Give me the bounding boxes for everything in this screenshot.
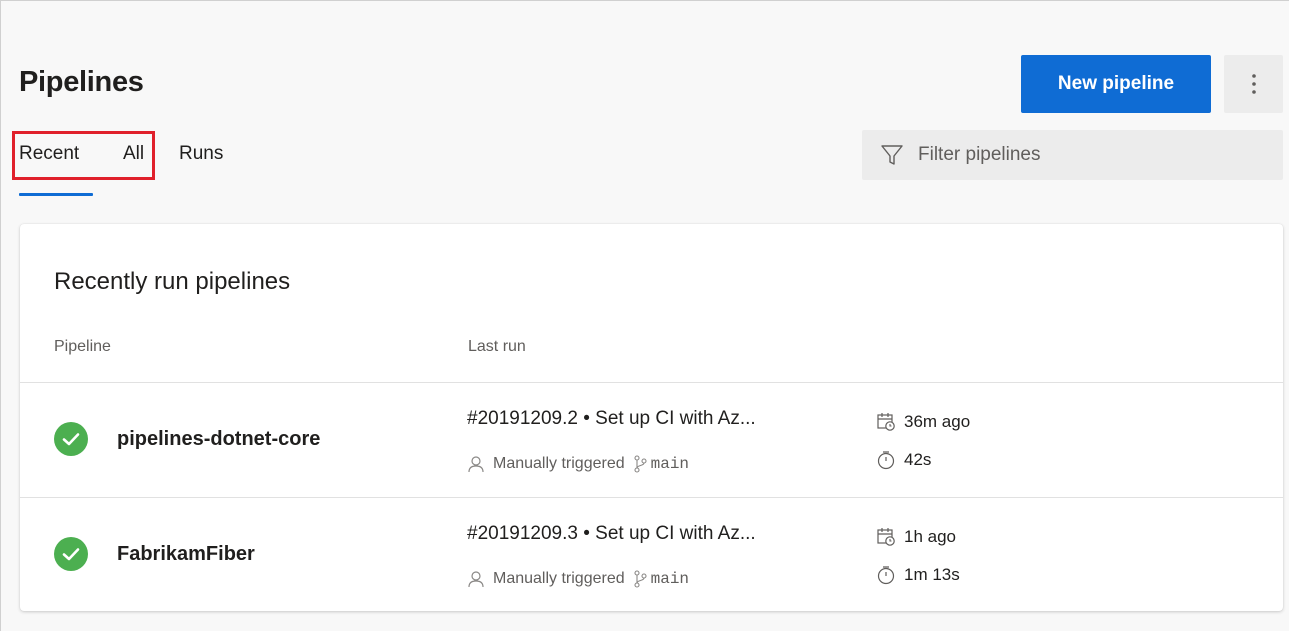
run-meta: Manually triggered main [467,455,689,473]
tab-runs[interactable]: Runs [179,143,223,165]
table-row[interactable]: pipelines-dotnet-core #20191209.2 • Set … [20,382,1283,498]
check-circle-icon [54,422,88,456]
table-row[interactable]: FabrikamFiber #20191209.3 • Set up CI wi… [20,497,1283,613]
check-circle-icon [54,537,88,571]
filter-icon [881,145,903,165]
duration: 42s [904,450,932,469]
run-time: 1h ago [876,527,956,547]
duration: 1m 13s [904,565,960,584]
time-ago: 36m ago [904,412,971,431]
run-title[interactable]: #20191209.2 • Set up CI with Az... [467,408,756,430]
card-title: Recently run pipelines [54,268,291,295]
column-header-last-run: Last run [468,338,526,355]
run-duration: 42s [876,450,931,470]
branch-name: main [650,455,690,473]
run-time: 36m ago [876,412,970,432]
trigger-text: Manually triggered [493,455,625,472]
calendar-clock-icon [877,528,895,546]
recently-run-card: Recently run pipelines Pipeline Last run… [20,224,1283,611]
filter-pipelines-input[interactable] [918,144,1258,166]
run-meta: Manually triggered main [467,570,689,588]
new-pipeline-button[interactable]: New pipeline [1021,55,1211,113]
trigger-text: Manually triggered [493,570,625,587]
stopwatch-icon [877,451,895,470]
highlight-annotation [12,131,155,180]
page-title: Pipelines [19,66,144,98]
person-icon [468,456,484,473]
calendar-clock-icon [877,413,895,431]
selected-tab-indicator [19,193,93,196]
branch-name: main [650,570,690,588]
pipeline-name[interactable]: FabrikamFiber [117,543,255,566]
more-vertical-icon [1251,74,1256,94]
more-actions-button[interactable] [1224,55,1283,113]
filter-box[interactable] [862,130,1283,180]
branch-icon [634,455,647,473]
time-ago: 1h ago [904,527,956,546]
run-duration: 1m 13s [876,565,960,585]
run-title[interactable]: #20191209.3 • Set up CI with Az... [467,523,756,545]
pipeline-name[interactable]: pipelines-dotnet-core [117,428,320,451]
branch-icon [634,570,647,588]
person-icon [468,571,484,588]
stopwatch-icon [877,566,895,585]
column-header-pipeline: Pipeline [54,338,111,355]
